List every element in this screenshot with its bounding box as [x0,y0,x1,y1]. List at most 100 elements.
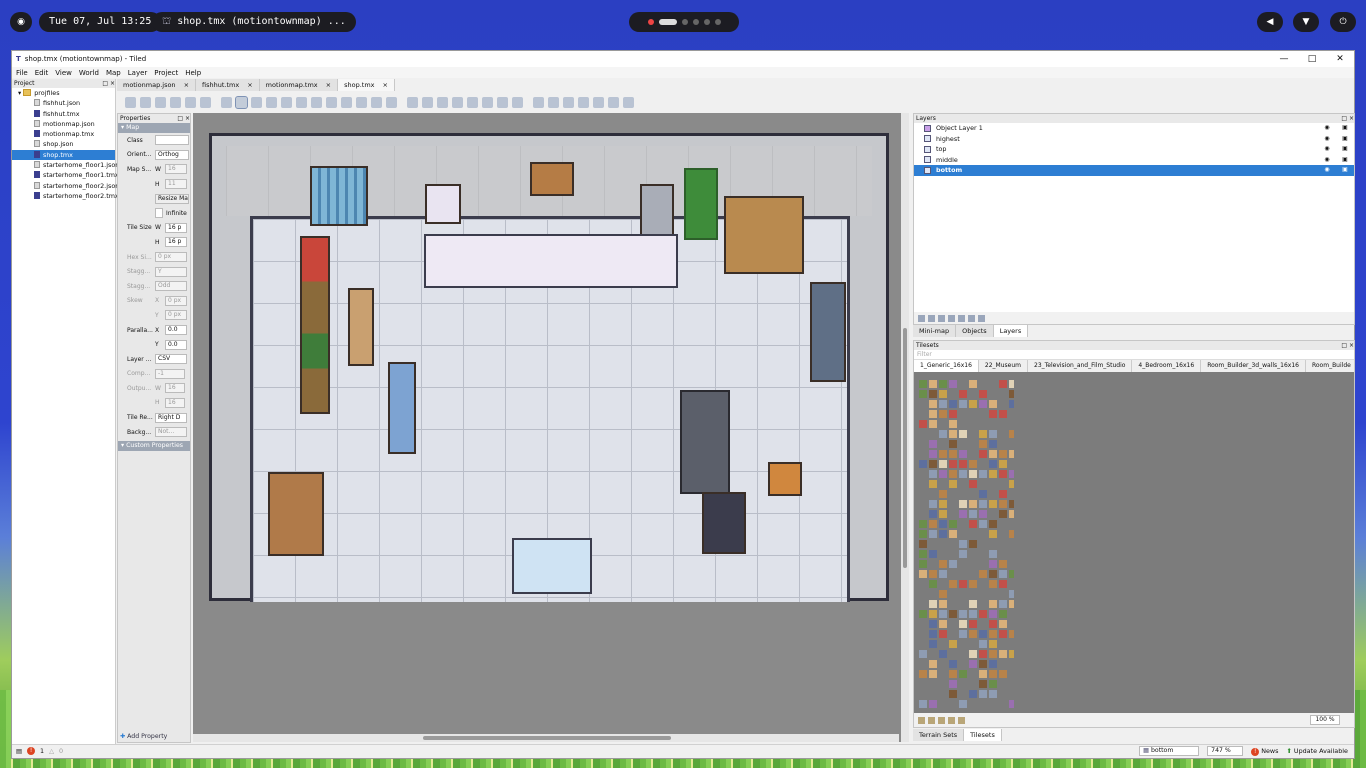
tile[interactable] [969,540,977,548]
project-file-item[interactable]: shop.tmx [12,149,115,161]
terrain-brush-icon[interactable] [251,96,262,108]
tile[interactable] [919,610,927,618]
tile[interactable] [969,620,977,628]
power-icon[interactable]: ⏻ [1330,12,1356,32]
layer-format-select[interactable]: CSV [155,354,187,365]
tile[interactable] [929,630,937,638]
tile[interactable] [979,610,987,618]
tile[interactable] [989,620,997,628]
rectangle-select-icon[interactable] [326,96,337,108]
tile[interactable] [929,580,937,588]
tile[interactable] [929,670,937,678]
tileset-tab[interactable]: 23_Television_and_Film_Studio [1028,360,1133,372]
tile[interactable] [999,630,1007,638]
tile[interactable] [989,600,997,608]
tile[interactable] [949,520,957,528]
tile[interactable] [999,500,1007,508]
panel-float-icon[interactable]: □ × [102,79,115,88]
skew-y-field[interactable]: 0 px [165,310,187,321]
menu-file[interactable]: File [16,69,28,77]
tile[interactable] [1009,530,1014,538]
tile[interactable] [1009,470,1014,478]
tile[interactable] [949,380,957,388]
tile[interactable] [939,600,947,608]
undo-icon[interactable] [185,96,196,108]
map-height-field[interactable]: 11 [165,179,187,190]
tile[interactable] [939,630,947,638]
tile[interactable] [1009,500,1014,508]
tile[interactable] [949,530,957,538]
tile[interactable] [979,440,987,448]
tile[interactable] [929,500,937,508]
tile[interactable] [969,690,977,698]
project-file-item[interactable]: shop.json [12,139,115,149]
tile[interactable] [989,580,997,588]
tile[interactable] [929,660,937,668]
tile[interactable] [979,390,987,398]
tile[interactable] [1009,510,1014,518]
tile[interactable] [939,380,947,388]
close-tab-icon[interactable]: × [326,81,331,89]
tile[interactable] [979,650,987,658]
stagger-axis-select[interactable]: Y [155,266,187,277]
tile[interactable] [959,610,967,618]
tile[interactable] [949,430,957,438]
new-layer-icon[interactable] [918,314,925,322]
project-file-item[interactable]: motionmap.tmx [12,129,115,139]
hex-side-field[interactable]: 0 px [155,252,187,263]
tile[interactable] [969,500,977,508]
lock-icon[interactable]: ▣ [1336,134,1354,145]
map-canvas[interactable] [193,113,909,742]
tileset-tab[interactable]: 1_Generic_16x16 [914,360,979,372]
visibility-eye-icon[interactable]: ◉ [1318,123,1336,134]
tile[interactable] [929,400,937,408]
tile[interactable] [929,470,937,478]
tile[interactable] [929,570,937,578]
layer-row[interactable]: middle ◉ ▣ [914,155,1354,166]
new-map-icon[interactable] [125,96,136,108]
tile[interactable] [939,460,947,468]
parallax-y-field[interactable]: 0.0 [165,339,187,350]
tile[interactable] [999,620,1007,628]
tile[interactable] [939,510,947,518]
map-section-header[interactable]: ▾ Map [118,123,190,133]
tile[interactable] [999,570,1007,578]
tile[interactable] [959,450,967,458]
tile[interactable] [959,500,967,508]
export-tileset-icon[interactable] [938,716,945,724]
tile[interactable] [949,680,957,688]
redo-icon[interactable] [200,96,211,108]
tile[interactable] [989,460,997,468]
system-menu-button[interactable]: ◉ [10,12,32,32]
insert-tile-icon[interactable] [482,96,493,108]
workspace-indicator[interactable] [629,12,739,32]
panel-float-icon[interactable]: □ × [177,114,190,123]
bucket-fill-icon[interactable] [281,96,292,108]
tile[interactable] [969,520,977,528]
tile[interactable] [979,670,987,678]
workspace-dot[interactable] [714,19,721,25]
open-icon[interactable] [140,96,151,108]
tile[interactable] [1009,380,1014,388]
workspace-dot[interactable] [681,19,688,25]
update-button[interactable]: ⬆ Update Available [1286,747,1348,755]
document-tab[interactable]: fishhut.tmx × [196,79,260,91]
tile[interactable] [999,670,1007,678]
tile[interactable] [1009,400,1014,408]
tile[interactable] [979,490,987,498]
tile[interactable] [929,420,937,428]
menu-edit[interactable]: Edit [35,69,49,77]
wang-fill-icon[interactable] [563,96,574,108]
visibility-eye-icon[interactable]: ◉ [1318,165,1336,176]
rotate-left-icon[interactable] [608,96,619,108]
output-height-field[interactable]: 16 [165,397,185,408]
tile[interactable] [999,560,1007,568]
console-icon[interactable]: ▤ [16,747,22,755]
tile[interactable] [989,670,997,678]
select-objects-icon[interactable] [371,96,382,108]
project-file-item[interactable]: starterhome_floor2.tmx [12,191,119,201]
tile[interactable] [939,500,947,508]
tile[interactable] [969,660,977,668]
insert-rectangle-icon[interactable] [407,96,418,108]
skew-x-field[interactable]: 0 px [165,295,187,306]
